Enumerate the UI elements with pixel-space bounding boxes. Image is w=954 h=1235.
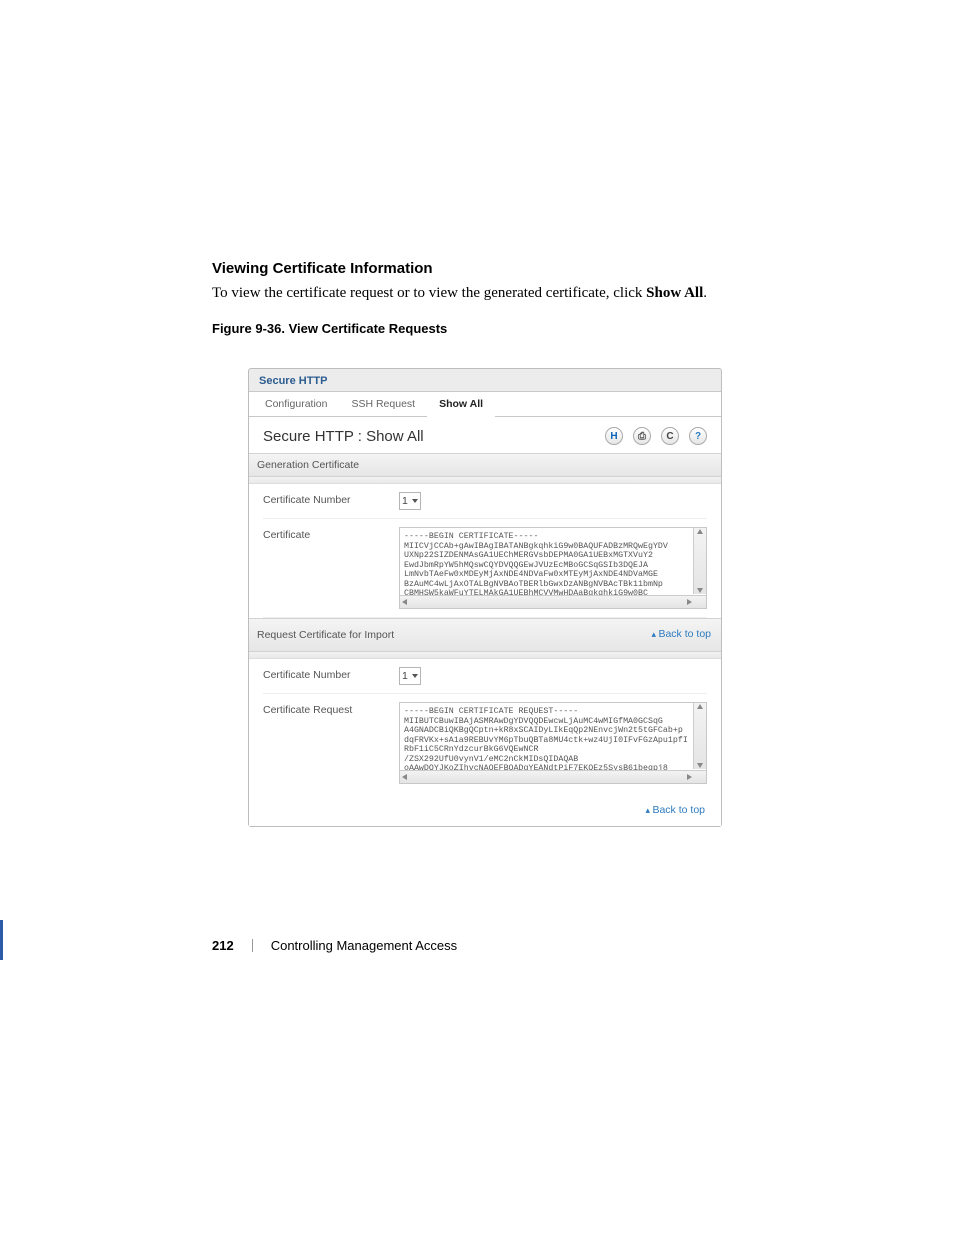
label-cert-request: Certificate Request [263,702,391,716]
scroll-down-icon-2[interactable] [697,763,703,768]
section-request-title: Request Certificate for Import [257,629,394,641]
textarea-certificate[interactable]: -----BEGIN CERTIFICATE----- MIICVjCCAb+g… [399,527,707,609]
body-paragraph: To view the certificate request or to vi… [212,283,732,303]
select-cert-number-1-value: 1 [402,495,408,507]
subtab-strip: Configuration SSH Request Show All [249,392,721,417]
tab-ssh-request[interactable]: SSH Request [339,393,427,415]
select-cert-number-2[interactable]: 1 [399,667,421,685]
figure-caption: Figure 9-36. View Certificate Requests [212,321,732,336]
page-number: 212 [212,938,234,953]
section-request-bar: Request Certificate for Import Back to t… [249,618,721,652]
toolbar-icons: H ⎙ C ? [605,427,707,445]
panel-footer: Back to top [249,798,721,826]
scroll-left-icon-2[interactable] [402,774,407,780]
page-footer: 212 Controlling Management Access [212,938,457,953]
panel-title: Secure HTTP : Show All [263,428,424,445]
scroll-right-icon-2[interactable] [687,774,692,780]
section-heading: Viewing Certificate Information [212,260,732,277]
tab-secure-http[interactable]: Secure HTTP [249,369,337,391]
scroll-right-icon[interactable] [687,599,692,605]
refresh-icon[interactable]: C [661,427,679,445]
scrollbar-horizontal-2[interactable] [400,770,706,783]
scrollbar-vertical[interactable] [693,528,706,594]
tab-show-all[interactable]: Show All [427,393,495,417]
section-spacer [249,477,721,484]
chapter-title: Controlling Management Access [271,938,457,953]
scroll-up-icon[interactable] [697,529,703,534]
scroll-up-icon-2[interactable] [697,704,703,709]
label-cert-number-2: Certificate Number [263,667,391,681]
scrollbar-horizontal[interactable] [400,595,706,608]
body-text-pre: To view the certificate request or to vi… [212,285,646,301]
scrollbar-vertical-2[interactable] [693,703,706,769]
help-icon[interactable]: ? [689,427,707,445]
print-icon[interactable]: ⎙ [633,427,651,445]
save-icon[interactable]: H [605,427,623,445]
label-cert-number-1: Certificate Number [263,492,391,506]
body-text-bold: Show All [646,285,703,301]
scroll-down-icon[interactable] [697,588,703,593]
textarea-cert-request[interactable]: -----BEGIN CERTIFICATE REQUEST----- MIIB… [399,702,707,784]
back-to-top-link-1[interactable]: Back to top [651,624,713,646]
section-spacer-2 [249,652,721,659]
tab-configuration[interactable]: Configuration [253,393,339,415]
section-generation-title: Generation Certificate [249,453,721,477]
top-tabstrip: Secure HTTP [249,369,721,392]
select-cert-number-2-value: 1 [402,670,408,682]
body-text-post: . [703,285,707,301]
back-to-top-link-2[interactable]: Back to top [645,800,707,822]
footer-divider [252,939,253,952]
screenshot-window: Secure HTTP Configuration SSH Request Sh… [248,368,722,827]
page-edge-mark [0,920,3,960]
label-certificate: Certificate [263,527,391,541]
select-cert-number-1[interactable]: 1 [399,492,421,510]
scroll-left-icon[interactable] [402,599,407,605]
